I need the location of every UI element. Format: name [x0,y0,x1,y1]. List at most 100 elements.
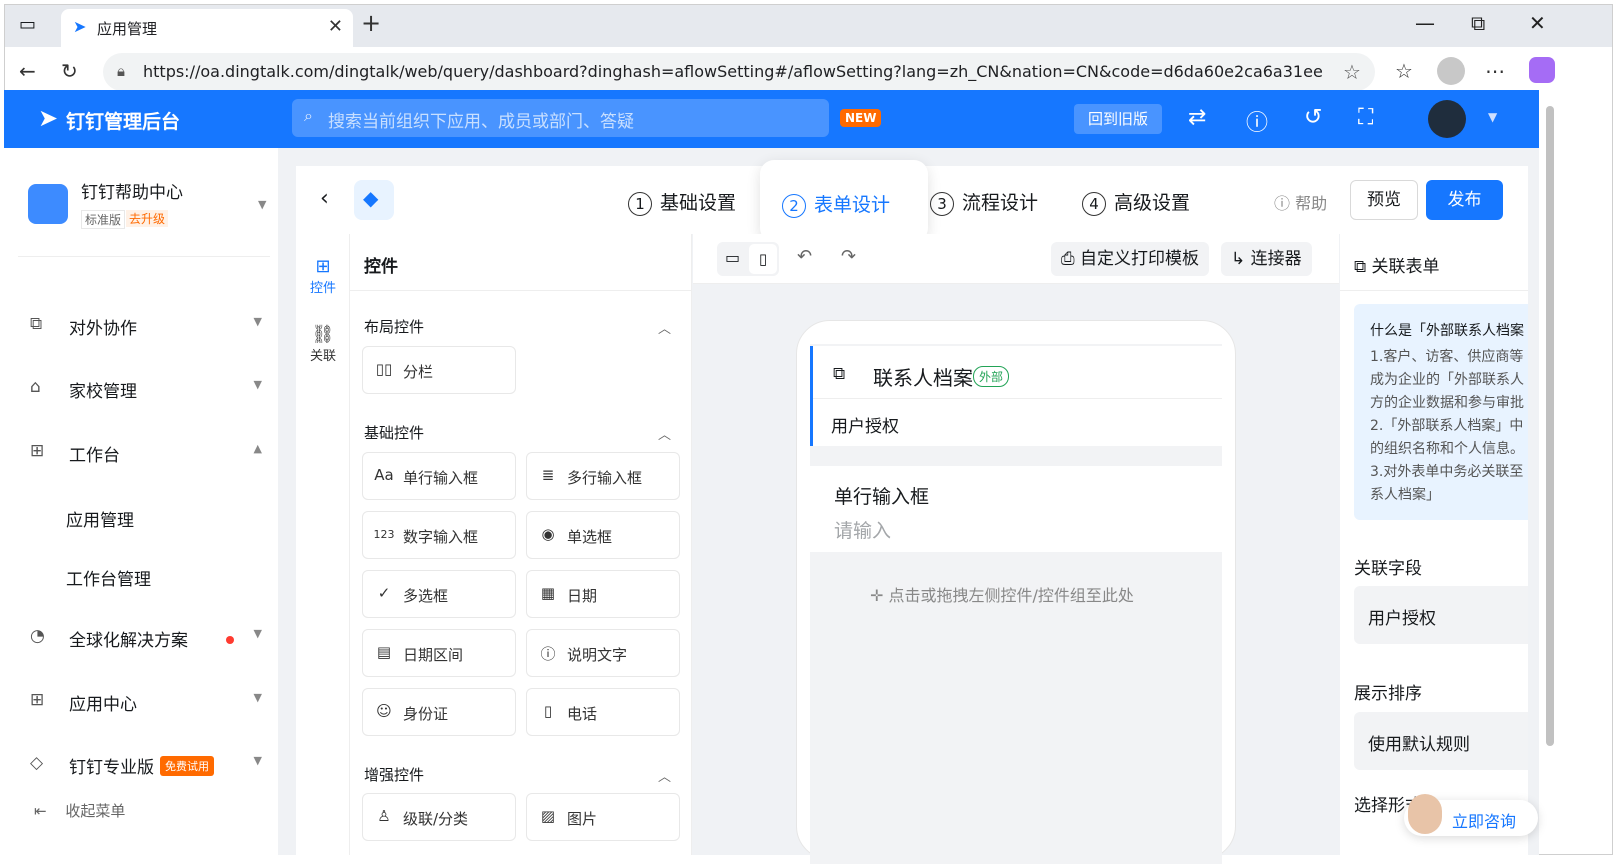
sidebar-divider [18,256,270,257]
control-label: 电话 [567,705,598,723]
step-number: 1 [628,192,652,216]
drop-zone[interactable]: ✛ 点击或拖拽左侧控件/控件组至此处 [870,582,1134,606]
help-icon[interactable]: ⓘ [1246,105,1268,137]
control-item[interactable]: ♙ 级联/分类 [362,793,516,841]
single-line-field[interactable]: 单行输入框 请输入 [810,466,1222,552]
help-link[interactable]: ⓘ 帮助 [1274,190,1327,214]
control-item[interactable]: ▯▯ 分栏 [362,346,516,394]
sidebar-item-external[interactable]: ⧉ 对外协作 ▼ [18,301,262,351]
profile-avatar[interactable] [1437,57,1465,85]
browser-tab[interactable]: ➤ 应用管理 ✕ [61,9,353,47]
url-host: oa.dingtalk.com [200,62,329,81]
back-icon[interactable]: ‹ [320,186,329,211]
info-icon: ⓘ [540,645,556,663]
step-label: 流程设计 [962,192,1039,214]
sidebar-item-school[interactable]: ⌂ 家校管理 ▼ [18,364,262,414]
minimize-icon[interactable]: — [1415,11,1435,35]
refresh-icon[interactable]: ↻ [61,59,78,83]
control-label: 分栏 [403,363,434,381]
sidebar-subitem-workbench-management[interactable]: 工作台管理 [66,565,151,590]
image-icon: ▨ [540,807,556,825]
consult-button[interactable]: 立即咨询 [1404,794,1538,836]
sidebar-item-label: 钉钉专业版 [69,758,154,778]
redo-icon[interactable]: ↷ [841,246,856,267]
org-name[interactable]: 钉钉帮助中心 [81,178,183,203]
more-icon[interactable]: ⋯ [1485,59,1505,83]
global-search-input[interactable]: ⌕ 搜索当前组织下应用、成员或部门、答疑 [292,99,829,137]
control-label: 日期区间 [403,646,464,664]
copilot-icon[interactable] [1529,57,1555,83]
sidebar-subitem-app-management[interactable]: 应用管理 [66,506,134,531]
undo-icon[interactable]: ↶ [797,246,812,267]
control-item[interactable]: Aa 单行输入框 [362,452,516,500]
nav-controls[interactable]: ⊞ 控件 [296,256,350,296]
url-path: /dingtalk/web/query/dashboard?dinghash=a… [328,62,1323,81]
canvas-toolbar: ▭ ▯ ↶ ↷ ⎙ 自定义打印模板 ↳ 连接器 [693,234,1339,284]
page-scrollbar[interactable] [1546,106,1554,746]
old-version-button[interactable]: 回到旧版 [1074,104,1162,134]
printer-icon: ⎙ [1061,249,1075,269]
control-item[interactable]: ▨ 图片 [526,793,680,841]
dingtalk-favicon-icon: ➤ [73,17,87,36]
sidebar-item-workbench[interactable]: ⊞ 工作台 ▲ [18,428,262,478]
favorite-star-icon[interactable]: ☆ [1343,60,1361,84]
control-item[interactable]: ◉ 单选框 [526,511,680,559]
collapse-chevron-icon[interactable]: ︿ [658,318,671,337]
text-icon: Aa [374,466,394,484]
step-advanced[interactable]: 4 高级设置 [1082,188,1190,216]
control-item[interactable]: ≣ 多行输入框 [526,452,680,500]
control-label: 级联/分类 [403,810,469,828]
field-placeholder: 请输入 [834,520,892,542]
back-icon[interactable]: ← [19,59,36,83]
sidebar-item-pro[interactable]: ◇ 钉钉专业版 ▼ [18,740,262,790]
publish-button[interactable]: 发布 [1426,180,1503,220]
control-item[interactable]: ▯ 电话 [526,688,680,736]
step-basic[interactable]: 1 基础设置 [628,188,736,216]
mobile-icon[interactable]: ▯ [749,244,777,274]
org-logo-icon [28,184,68,224]
sort-select[interactable]: 使用默认规则 [1354,712,1528,770]
tab-actions-icon[interactable]: ▭ [19,14,36,35]
sidebar-item-app-center[interactable]: ⊞ 应用中心 ▼ [18,677,262,727]
step-process[interactable]: 3 流程设计 [930,188,1038,216]
collapse-chevron-icon[interactable]: ︿ [658,424,671,443]
close-window-icon[interactable]: ✕ [1529,11,1546,35]
favorites-icon[interactable]: ☆ [1395,59,1413,83]
fullscreen-icon[interactable]: ⛶ [1358,105,1373,130]
desktop-icon[interactable]: ▭ [725,248,740,267]
control-item[interactable]: ⓘ 说明文字 [526,629,680,677]
nav-relations[interactable]: ⛓ 关联 [296,324,350,364]
related-field-select[interactable]: 用户授权 [1354,586,1528,644]
print-template-button[interactable]: ⎙ 自定义打印模板 [1051,242,1210,276]
support-headset-icon[interactable]: ↺ [1304,105,1322,130]
control-item[interactable]: ☺ 身份证 [362,688,516,736]
collapse-chevron-icon[interactable]: ︿ [658,766,671,785]
contact-archive-card[interactable]: ⧉ 联系人档案 外部 用户授权 [810,346,1222,446]
user-menu-chevron-icon[interactable]: ▼ [1488,110,1497,124]
org-switch-chevron-icon[interactable]: ▼ [258,198,266,211]
control-item[interactable]: ▤ 日期区间 [362,629,516,677]
sidebar-item-label: 全球化解决方案 [69,631,188,651]
translate-icon[interactable]: ⇄ [1188,105,1206,130]
restore-icon[interactable]: ⧉ [1471,11,1485,35]
user-avatar[interactable] [1428,100,1466,138]
controls-grid-icon: ⊞ [315,256,331,277]
new-tab-button[interactable]: + [361,9,381,37]
phone-icon: ▯ [543,702,553,720]
site-info-icon[interactable]: 🔒︎ [117,62,125,80]
control-item[interactable]: ✓ 多选框 [362,570,516,618]
collapse-menu-button[interactable]: ⇤ 收起菜单 [34,800,125,821]
control-item[interactable]: 123 数字输入框 [362,511,516,559]
upgrade-link[interactable]: 去升级 [126,210,169,227]
sidebar-item-label: 家校管理 [69,382,137,402]
control-label: 日期 [567,587,598,605]
sidebar-item-label: 应用中心 [69,695,137,715]
url-field[interactable]: 🔒︎ https://oa.dingtalk.com/dingtalk/web/… [103,53,1375,91]
nav-controls-label: 控件 [309,281,336,296]
section-layout-title: 布局控件 [364,318,425,336]
step-form-design[interactable]: 2 表单设计 [760,160,928,242]
control-item[interactable]: ▦ 日期 [526,570,680,618]
preview-button[interactable]: 预览 [1350,180,1418,220]
connector-button[interactable]: ↳ 连接器 [1221,242,1312,276]
close-tab-icon[interactable]: ✕ [328,16,343,37]
